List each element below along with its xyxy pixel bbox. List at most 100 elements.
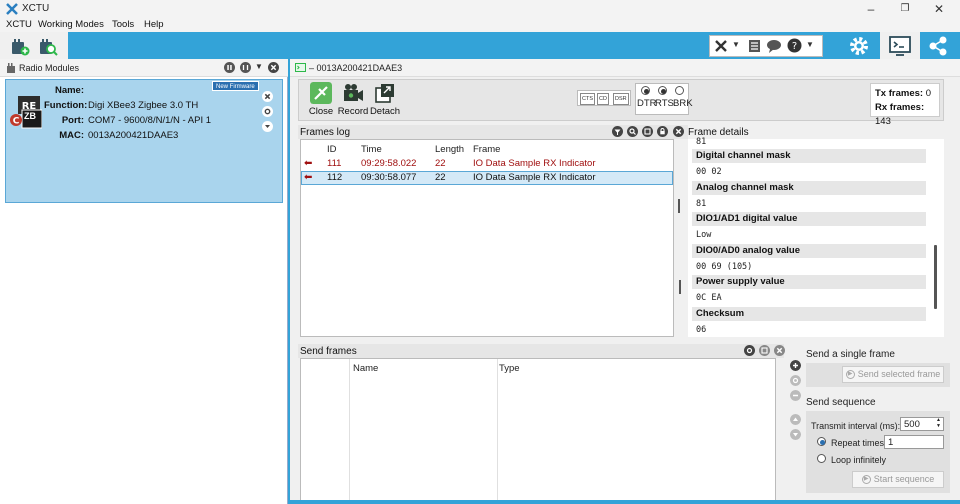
minimize-button[interactable]: – [864, 2, 878, 16]
detach-label: Detach [369, 106, 401, 117]
menu-xctu[interactable]: XCTU [6, 19, 32, 30]
send-sequence-title: Send sequence [806, 397, 876, 408]
feedback-icon[interactable] [766, 39, 782, 53]
fd-field-header[interactable]: Analog channel mask [692, 181, 926, 195]
module-logo-text: ZB [24, 111, 36, 121]
fd-field-header[interactable]: Power supply value [692, 275, 926, 289]
clear-send-frames-icon[interactable] [774, 345, 785, 356]
tx-frames-label: Tx frames: [875, 88, 924, 99]
detach-button[interactable]: Detach [365, 82, 405, 117]
brk-label: BRK [673, 98, 693, 109]
discover-radio-modules-icon[interactable] [38, 36, 58, 56]
col-time[interactable]: Time [361, 144, 382, 155]
module-function-label: Function: [44, 100, 88, 111]
new-firmware-badge[interactable]: New Firmware [212, 81, 259, 91]
transmit-interval-input[interactable]: 500 ▲ ▼ [900, 417, 944, 431]
send-selected-frame-button[interactable]: ▶ Send selected frame [842, 366, 944, 383]
close-console-label: Close [308, 106, 334, 117]
move-up-icon[interactable] [790, 414, 801, 425]
title-bar: XCTU – ❐ ✕ [0, 0, 960, 18]
module-settings-icon[interactable] [262, 106, 273, 117]
col-frame[interactable]: Frame [473, 144, 500, 155]
tools-dropdown-chevron-icon[interactable]: ▼ [732, 40, 740, 49]
pane-splitter-handle[interactable] [678, 199, 680, 213]
table-row-selected[interactable]: ⬅ 112 09:30:58.077 22 IO Data Sample RX … [301, 171, 673, 185]
sort-icon[interactable] [240, 62, 251, 73]
add-radio-module-icon[interactable] [10, 36, 30, 56]
dtr-toggle[interactable] [641, 86, 650, 95]
fd-field-header[interactable]: DIO1/AD1 digital value [692, 212, 926, 226]
fd-field-header[interactable]: Digital channel mask [692, 149, 926, 163]
frames-log-title: Frames log [300, 127, 351, 138]
send-col-name[interactable]: Name [353, 363, 378, 374]
record-camera-icon [344, 84, 363, 101]
module-mac-label: MAC: [59, 130, 84, 141]
search-frames-icon[interactable] [627, 126, 638, 137]
menu-working-modes[interactable]: Working Modes [38, 19, 104, 30]
configuration-mode-gear-icon[interactable] [848, 35, 870, 57]
frame-length: 22 [435, 172, 446, 183]
add-frame-icon[interactable] [790, 360, 801, 371]
remove-all-modules-icon[interactable] [268, 62, 279, 73]
console-action-bar: Close Record Detach CTS CD DSR DTR RTS B… [298, 79, 944, 121]
start-sequence-button[interactable]: ▶ Start sequence [852, 471, 944, 488]
disconnect-module-icon[interactable] [262, 91, 273, 102]
lock-scroll-icon[interactable] [657, 126, 668, 137]
edit-frame-icon[interactable] [790, 375, 801, 386]
consoles-mode-terminal-icon[interactable] [889, 36, 911, 56]
help-icon[interactable]: ? [787, 38, 802, 53]
close-window-button[interactable]: ✕ [932, 2, 946, 16]
module-port-label: Port: [61, 115, 84, 126]
module-expand-icon[interactable] [262, 121, 273, 132]
frames-log-scroll-handle[interactable] [679, 280, 681, 294]
fd-field-value: 00 02 [696, 167, 722, 177]
table-row[interactable]: ⬅ 111 09:29:58.022 22 IO Data Sample RX … [301, 157, 673, 171]
pause-icon[interactable] [224, 62, 235, 73]
console-tab-title[interactable]: – 0013A200421DAAE3 [309, 63, 402, 73]
fd-field-header[interactable]: Checksum [692, 307, 926, 321]
col-id[interactable]: ID [327, 144, 337, 155]
menu-help[interactable]: Help [144, 19, 164, 30]
frame-id: 111 [327, 158, 342, 169]
repeat-times-value: 1 [888, 437, 894, 448]
save-send-frames-icon[interactable] [759, 345, 770, 356]
xctu-logo-icon [6, 3, 18, 15]
repeat-times-input[interactable]: 1 [884, 435, 944, 449]
col-length[interactable]: Length [435, 144, 464, 155]
send-col-type[interactable]: Type [499, 363, 520, 374]
frames-generator-icon[interactable] [748, 39, 761, 53]
fd-field-header[interactable]: DIO0/AD0 analog value [692, 244, 926, 258]
clear-frames-icon[interactable] [673, 126, 684, 137]
frame-type: IO Data Sample RX Indicator [473, 172, 596, 183]
panel-menu-chevron-icon[interactable]: ▼ [255, 62, 263, 71]
transmit-interval-value: 500 [904, 419, 920, 430]
interval-spinner-icon[interactable]: ▲ ▼ [936, 417, 941, 429]
brk-toggle[interactable] [675, 86, 684, 95]
radio-module-card[interactable]: RE C ZB New Firmware Name: Function: Dig… [5, 79, 283, 203]
move-down-icon[interactable] [790, 429, 801, 440]
console-tab-header: – 0013A200421DAAE3 [290, 59, 960, 77]
network-mode-icon[interactable] [928, 36, 948, 56]
fd-field-value: 00 69 (105) [696, 262, 753, 272]
cd-indicator: CD [597, 93, 609, 105]
filter-frames-icon[interactable] [612, 126, 623, 137]
frame-length: 22 [435, 158, 446, 169]
loop-infinitely-radio[interactable] [817, 454, 826, 463]
maximize-button[interactable]: ❐ [898, 2, 912, 16]
start-sequence-label: Start sequence [873, 474, 935, 484]
tools-icon[interactable] [714, 39, 728, 53]
help-dropdown-chevron-icon[interactable]: ▼ [806, 40, 814, 49]
repeat-times-radio[interactable] [817, 437, 826, 446]
rts-toggle[interactable] [658, 86, 667, 95]
menu-tools[interactable]: Tools [112, 19, 134, 30]
remove-frame-icon[interactable] [790, 390, 801, 401]
frame-time: 09:29:58.022 [361, 158, 417, 169]
fd-field-value: 0C EA [696, 293, 722, 303]
radio-modules-header: Radio Modules ▼ [0, 59, 288, 77]
load-frames-icon[interactable] [744, 345, 755, 356]
save-frames-icon[interactable] [642, 126, 653, 137]
radio-modules-title: Radio Modules [19, 63, 80, 73]
dtr-label: DTR [637, 98, 657, 109]
rx-frames-label: Rx frames: [875, 102, 925, 113]
frame-details-scrollbar[interactable] [934, 245, 937, 309]
